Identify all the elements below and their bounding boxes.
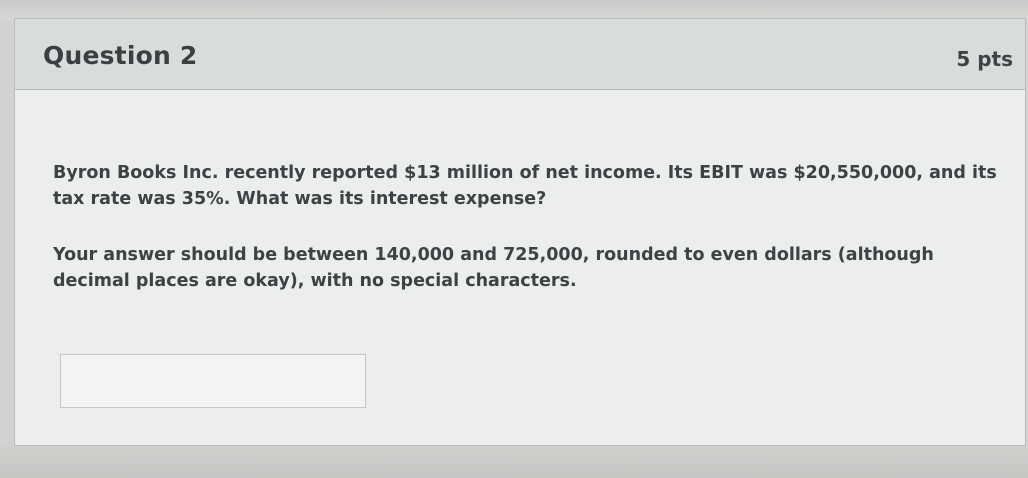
question-paragraph-1: Byron Books Inc. recently reported $13 m… <box>53 163 997 209</box>
question-header: Question 2 5 pts <box>15 19 1025 90</box>
question-card: Question 2 5 pts Byron Books Inc. recent… <box>14 18 1026 446</box>
question-points: 5 pts <box>956 47 1013 71</box>
answer-input[interactable] <box>60 354 366 408</box>
question-paragraph-2: Your answer should be between 140,000 an… <box>53 245 934 291</box>
background-top <box>0 0 1028 20</box>
question-title: Question 2 <box>43 41 198 70</box>
background-bottom <box>0 446 1028 478</box>
